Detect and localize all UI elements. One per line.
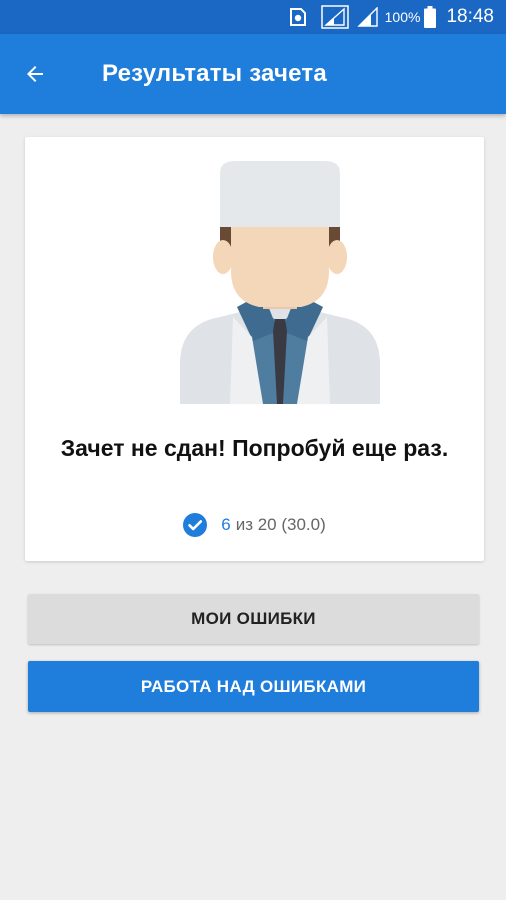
app-bar: Результаты зачета — [0, 34, 506, 114]
sim-icon — [289, 7, 307, 27]
signal-icon — [356, 7, 379, 27]
battery-icon — [424, 6, 437, 28]
doctor-avatar-icon — [175, 159, 385, 404]
score-total: из 20 (30.0) — [235, 515, 326, 534]
battery-percent: 100% — [384, 9, 421, 25]
signal-icon — [320, 5, 349, 29]
result-message: Зачет не сдан! Попробуй еще раз. — [60, 435, 449, 461]
page-title: Результаты зачета — [102, 60, 327, 87]
clock: 18:48 — [446, 6, 494, 27]
back-button[interactable] — [15, 54, 55, 94]
check-circle-icon — [183, 513, 208, 537]
correct-count: 6 — [221, 515, 231, 534]
score-row: 6 из 20 (30.0) — [25, 513, 484, 537]
result-card: Зачет не сдан! Попробуй еще раз. 6 из 20… — [25, 137, 484, 561]
arrow-back-icon — [23, 62, 47, 86]
work-on-mistakes-button[interactable]: РАБОТА НАД ОШИБКАМИ — [28, 661, 479, 712]
my-mistakes-button[interactable]: МОИ ОШИБКИ — [28, 594, 479, 644]
status-bar: 100% 18:48 — [0, 0, 506, 34]
